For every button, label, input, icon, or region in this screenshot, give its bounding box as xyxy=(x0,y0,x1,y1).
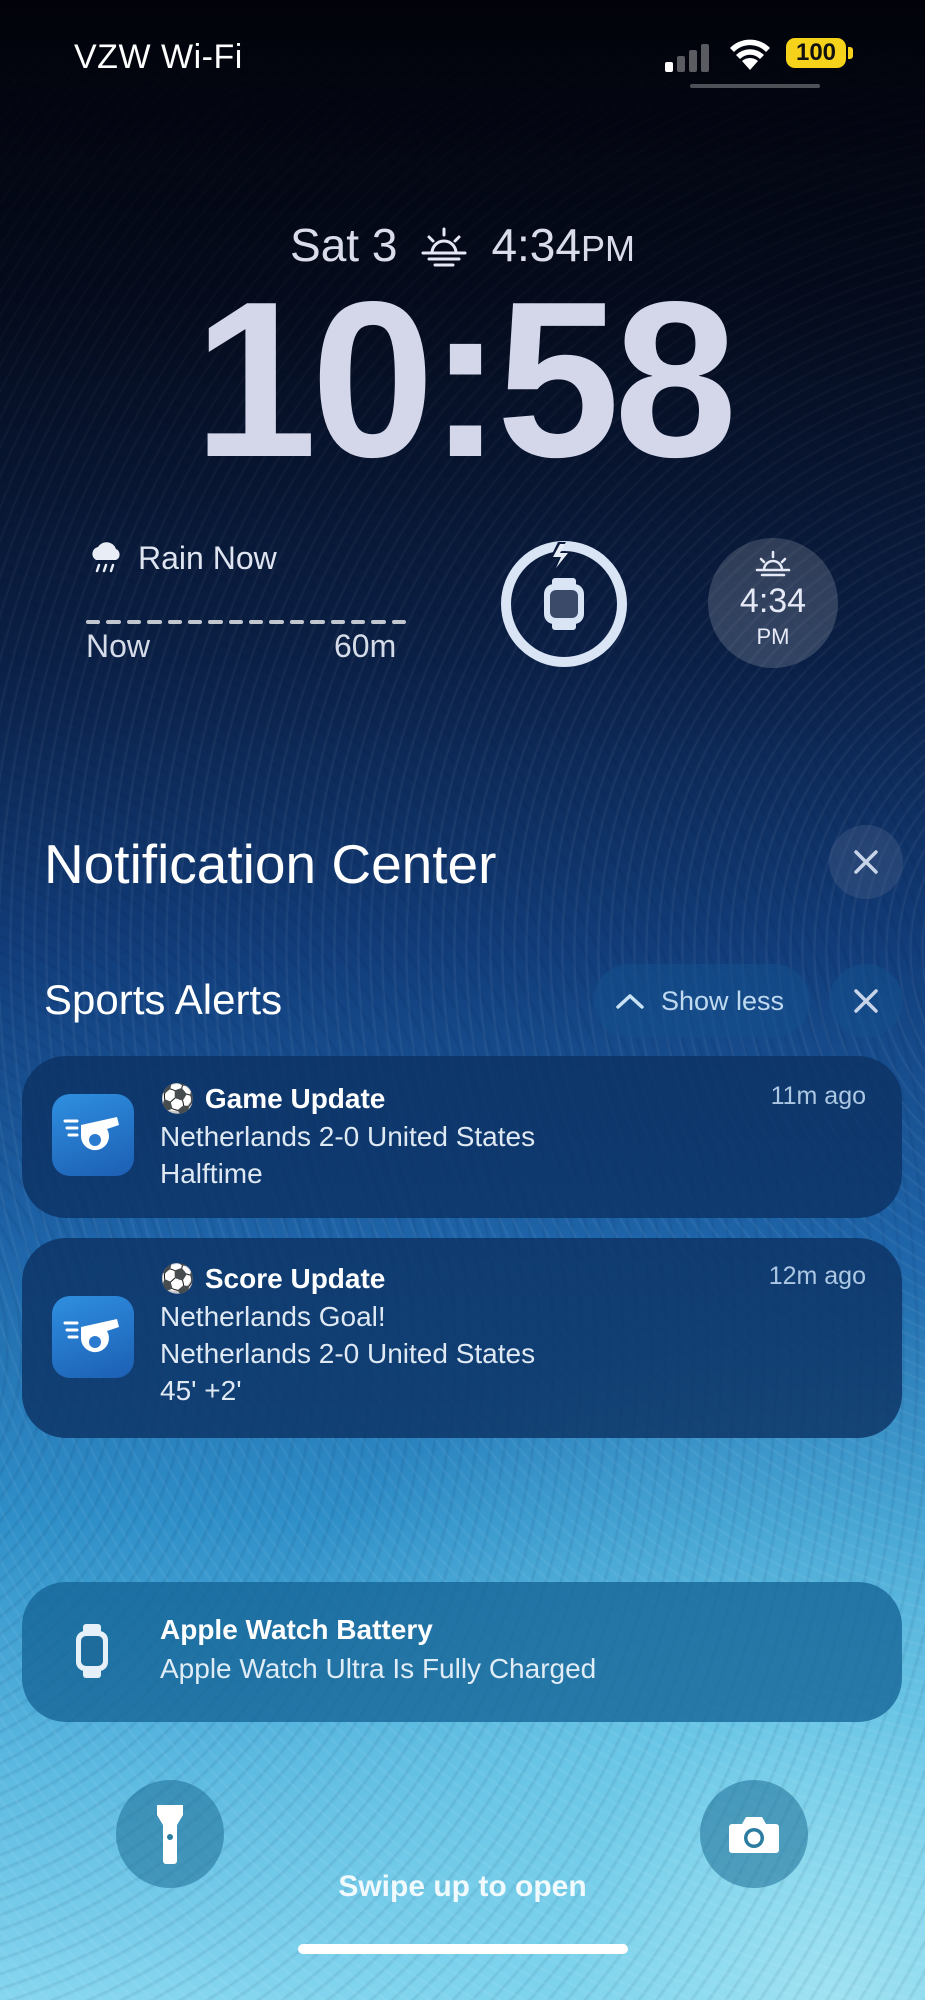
sunset-widget-icon xyxy=(755,550,791,577)
battery-tip xyxy=(848,47,853,59)
sunset-widget-time: 4:34 xyxy=(739,582,807,620)
notification-line: 45' +2' xyxy=(160,1375,242,1406)
show-less-button[interactable]: Show less xyxy=(593,964,810,1038)
clear-all-button[interactable] xyxy=(829,825,903,899)
close-icon xyxy=(854,850,878,874)
wifi-icon xyxy=(730,39,770,70)
rain-widget-title[interactable]: Rain Now xyxy=(86,538,277,578)
notification-center-title: Notification Center xyxy=(44,833,497,895)
camera-icon xyxy=(729,1817,779,1853)
notification-title: Apple Watch Battery xyxy=(160,1614,433,1645)
whistle-icon xyxy=(63,1319,119,1353)
swipe-up-hint: Swipe up to open xyxy=(338,1870,587,1903)
flashlight-icon xyxy=(157,1805,183,1864)
notification-line: Halftime xyxy=(160,1158,263,1189)
notification-body: Netherlands 2-0 United States Halftime xyxy=(160,1118,535,1192)
watch-battery-notification[interactable]: Apple Watch Battery Apple Watch Ultra Is… xyxy=(22,1582,902,1722)
cellular-signal-icon xyxy=(665,40,713,72)
apple-watch-charging-icon[interactable] xyxy=(498,538,630,670)
notification-line: Netherlands Goal! xyxy=(160,1301,386,1332)
sports-alerts-app-icon xyxy=(52,1094,134,1176)
soccer-ball-icon: ⚽ xyxy=(160,1083,195,1114)
lock-clock: 10:58 xyxy=(193,256,738,504)
notification-card[interactable]: ⚽ Score Update 12m ago Netherlands Goal!… xyxy=(22,1238,902,1438)
rain-forecast-bar xyxy=(86,620,406,626)
whistle-icon xyxy=(63,1117,119,1151)
notification-body: Apple Watch Ultra Is Fully Charged xyxy=(160,1653,597,1684)
sunset-widget-ampm: PM xyxy=(756,624,790,649)
notification-title-row: ⚽ Score Update xyxy=(160,1262,385,1295)
battery-indicator: 100 xyxy=(786,38,854,68)
notification-time: 11m ago xyxy=(770,1082,866,1110)
notification-title: Game Update xyxy=(204,1082,386,1114)
sunset-widget[interactable]: 4:34 PM xyxy=(708,538,838,668)
notification-group-title: Sports Alerts xyxy=(44,976,283,1023)
apple-watch-icon xyxy=(76,1624,108,1678)
show-less-label: Show less xyxy=(661,985,785,1016)
notification-title: Score Update xyxy=(204,1262,386,1294)
close-icon xyxy=(854,989,878,1013)
soccer-ball-icon: ⚽ xyxy=(160,1263,195,1294)
rain-start-label: Now xyxy=(86,628,151,664)
notification-body: Netherlands Goal! Netherlands 2-0 United… xyxy=(160,1298,535,1409)
rain-end-label: 60m xyxy=(334,628,397,664)
notification-card[interactable]: ⚽ Game Update 11m ago Netherlands 2-0 Un… xyxy=(22,1056,902,1218)
clear-group-button[interactable] xyxy=(829,964,903,1038)
notification-title-row: ⚽ Game Update xyxy=(160,1082,385,1115)
sports-alerts-app-icon xyxy=(52,1296,134,1378)
notification-line: Netherlands 2-0 United States xyxy=(160,1338,536,1369)
control-center-indicator[interactable] xyxy=(690,84,820,88)
home-indicator[interactable] xyxy=(298,1944,628,1954)
notification-line: Netherlands 2-0 United States xyxy=(160,1121,536,1152)
chevron-up-icon xyxy=(616,994,644,1009)
notification-time: 12m ago xyxy=(768,1262,866,1290)
battery-level: 100 xyxy=(786,38,846,68)
rain-widget-label: Rain Now xyxy=(138,539,277,576)
cloud-rain-icon xyxy=(92,542,120,573)
carrier-label: VZW Wi-Fi xyxy=(74,38,243,76)
